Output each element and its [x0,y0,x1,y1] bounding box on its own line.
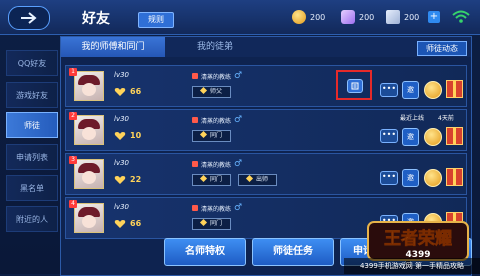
mentorship-news-button[interactable]: 师徒动态 [417,41,467,56]
role-tag: 同门 [192,174,232,186]
role-tag: 同门 [192,218,232,230]
player-name: 清蒸的教练 ♂ [192,159,242,169]
vip-icon [192,161,198,167]
heart-icon [114,176,126,184]
gold-coin-icon [292,10,306,24]
heart-icon [114,132,126,140]
tab-my-apprentices[interactable]: 我的徒弟 [165,37,265,57]
sidebar-item-game-friends[interactable]: 游戏好友 [6,82,58,108]
vip-icon [192,73,198,79]
top-bar: 好友 规则 200 200 200 + [0,0,480,35]
svg-text:王者荣耀: 王者荣耀 [384,228,452,249]
player-level: lv30 [114,115,129,123]
sidebar-item-blacklist[interactable]: 黑名单 [6,175,58,201]
back-button[interactable] [8,6,50,30]
chat-button[interactable] [347,79,363,93]
famous-mentor-privilege-button[interactable]: 名师特权 [164,238,246,266]
player-name: 清蒸的教练 ♂ [192,115,242,125]
invite-button[interactable]: 邀 [402,128,419,146]
invite-button[interactable]: 邀 [402,169,419,187]
tab-bar: 我的师傅和同门 我的徒弟 师徒动态 [61,37,471,57]
rank-badge: 3 [69,156,77,164]
diamond-icon [341,10,355,24]
vip-icon [192,117,198,123]
male-icon: ♂ [234,203,243,213]
wifi-icon [452,10,470,23]
invite-button[interactable]: 邀 [402,81,419,99]
player-level: lv30 [114,71,129,79]
graduated-tag: 出师 [238,174,278,186]
heart-icon [114,88,126,96]
avatar[interactable] [74,71,104,101]
site-watermark: 4399手机游戏网 第一手精品攻略 [344,258,480,274]
gift-box-button[interactable] [446,80,463,98]
rules-button[interactable]: 规则 [138,12,174,28]
diamond-balance: 200 [341,10,374,24]
chat-icon [351,82,359,90]
player-level: lv30 [114,159,129,167]
back-arrow-icon [21,12,37,24]
male-icon: ♂ [234,159,243,169]
gift-box-button[interactable] [446,168,463,186]
avatar[interactable] [74,159,104,189]
sidebar-item-requests[interactable]: 申请列表 [6,144,58,170]
intimacy-score: 66 [130,219,142,228]
sidebar-item-mentorship[interactable]: 师徒 [6,112,58,138]
avatar[interactable] [74,203,104,233]
role-tag: 同门 [192,130,232,142]
list-item: 2 lv30 10 清蒸的教练 ♂ 同门 最近上线 4天前 ••• 邀 [65,109,467,151]
add-currency-button[interactable]: + [428,11,440,23]
gift-coin-button[interactable] [424,81,442,99]
page-title: 好友 [82,11,110,27]
heart-icon [114,220,126,228]
last-online-time: 4天前 [438,115,454,122]
voucher-icon [386,10,400,24]
list-item: 3 lv30 22 清蒸的教练 ♂ 同门 出师 ••• 邀 [65,153,467,195]
mentorship-task-button[interactable]: 师徒任务 [252,238,334,266]
intimacy-score: 10 [130,131,142,140]
player-name: 清蒸的教练 ♂ [192,203,242,213]
more-options-button[interactable]: ••• [380,83,398,97]
rank-badge: 1 [69,68,77,76]
vip-icon [192,205,198,211]
more-options-button[interactable]: ••• [380,171,398,185]
more-options-button[interactable]: ••• [380,129,398,143]
intimacy-score: 66 [130,87,142,96]
gift-coin-button[interactable] [424,169,442,187]
male-icon: ♂ [234,71,243,81]
sidebar-item-nearby[interactable]: 附近的人 [6,206,58,232]
tab-masters-and-peers[interactable]: 我的师傅和同门 [61,37,165,57]
rank-badge: 4 [69,200,77,208]
male-icon: ♂ [234,115,243,125]
role-tag: 师父 [192,86,232,98]
gold-balance: 200 [292,10,325,24]
player-name: 清蒸的教练 ♂ [192,71,242,81]
voucher-balance: 200 [386,10,419,24]
gift-coin-button[interactable] [424,128,442,146]
rank-badge: 2 [69,112,77,120]
list-item: 1 lv30 66 清蒸的教练 ♂ 师父 ••• 邀 [65,65,467,107]
gift-box-button[interactable] [446,127,463,145]
intimacy-score: 22 [130,175,142,184]
player-level: lv30 [114,203,129,211]
last-online-label: 最近上线 [400,115,425,122]
avatar[interactable] [74,115,104,145]
sidebar: QQ好友 游戏好友 师徒 申请列表 黑名单 附近的人 [6,40,58,274]
sidebar-item-qq-friends[interactable]: QQ好友 [6,50,58,76]
